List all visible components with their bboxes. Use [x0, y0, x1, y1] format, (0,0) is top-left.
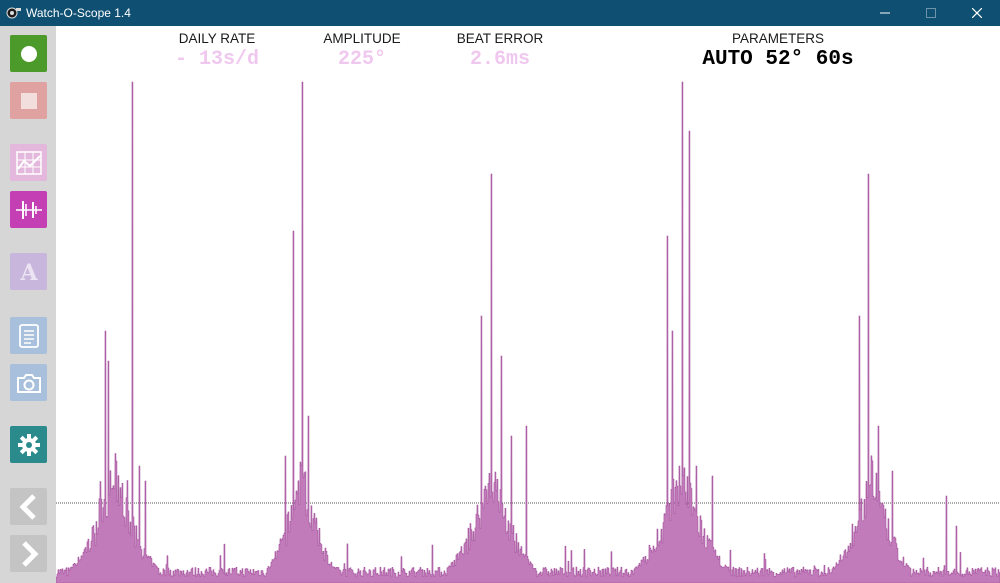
settings-button[interactable] — [10, 426, 47, 463]
close-icon — [972, 8, 982, 18]
record-circle-icon — [20, 45, 37, 62]
stop-button[interactable] — [10, 82, 47, 119]
chevron-left-icon — [18, 493, 36, 520]
camera-button[interactable] — [10, 364, 47, 401]
title-bar: Watch-O-Scope 1.4 — [0, 0, 1000, 26]
waveform-view-button[interactable] — [10, 191, 47, 228]
maximize-icon — [926, 8, 936, 18]
log-button[interactable] — [10, 317, 47, 354]
waveform-display — [56, 81, 1000, 583]
next-button[interactable] — [10, 535, 47, 572]
stop-square-icon — [20, 92, 37, 109]
record-button[interactable] — [10, 35, 47, 72]
minimize-icon — [880, 12, 890, 14]
waveform-icon — [15, 200, 42, 219]
font-button[interactable]: A — [10, 253, 47, 290]
document-list-icon — [18, 323, 39, 348]
maximize-button[interactable] — [908, 0, 954, 26]
letter-a-icon: A — [19, 260, 38, 284]
camera-icon — [16, 373, 41, 393]
close-button[interactable] — [954, 0, 1000, 26]
graph-view-button[interactable] — [10, 144, 47, 181]
minimize-button[interactable] — [862, 0, 908, 26]
waveform-trace — [56, 81, 1000, 583]
prev-button[interactable] — [10, 488, 47, 525]
svg-text:A: A — [19, 260, 38, 284]
gear-icon — [17, 433, 40, 456]
chart-grid-icon — [15, 150, 42, 175]
window-title: Watch-O-Scope 1.4 — [26, 6, 131, 20]
app-icon — [6, 7, 21, 19]
chevron-right-icon — [21, 540, 39, 567]
toolbar-sidebar: A — [0, 26, 56, 583]
